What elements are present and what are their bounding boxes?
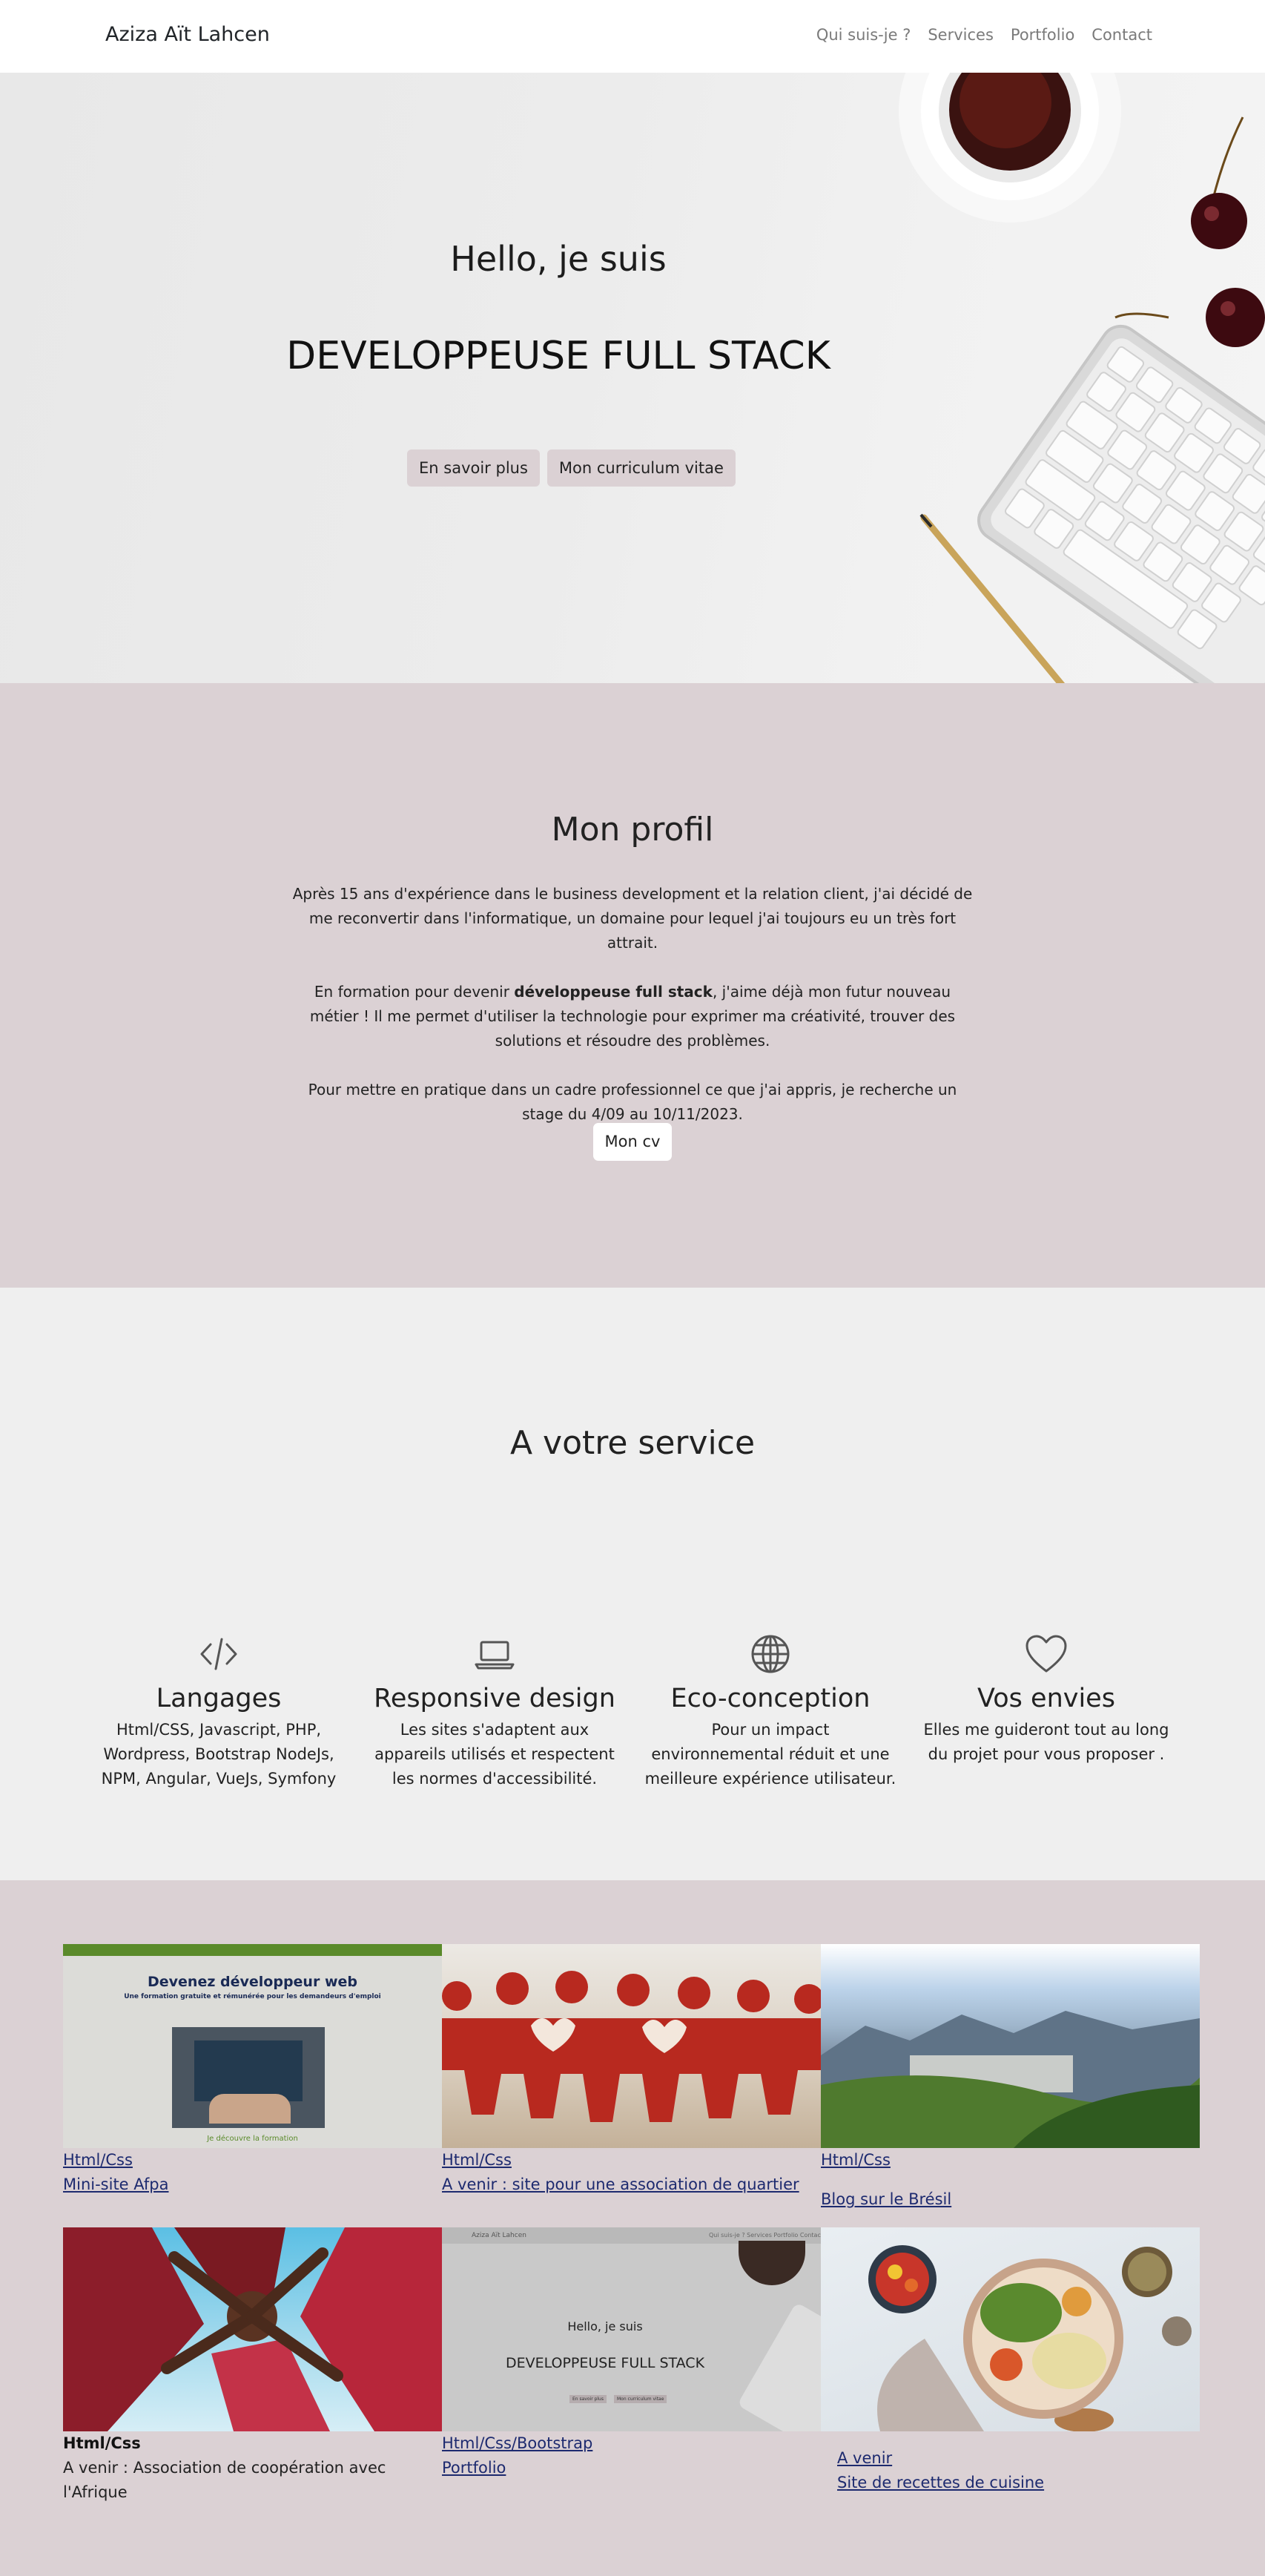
portfolio-card-association-quartier: Html/Css A venir : site pour une associa… xyxy=(442,1944,821,2197)
portfolio-tag[interactable]: Html/Css xyxy=(442,2148,821,2173)
brand-logo[interactable]: Aziza Aït Lahcen xyxy=(105,23,270,46)
portfolio-link-recettes[interactable]: Site de recettes de cuisine xyxy=(837,2471,1200,2495)
portfolio-thumbnail[interactable] xyxy=(63,2227,442,2431)
hero-section: Hello, je suis DEVELOPPEUSE FULL STACK E… xyxy=(0,73,1265,683)
service-eco-conception: Eco-conception Pour un impact environnem… xyxy=(644,1633,896,1791)
portfolio-thumbnail[interactable]: Devenez développeur web Une formation gr… xyxy=(63,1944,442,2148)
portfolio-card-afrique: Html/Css A venir : Association de coopér… xyxy=(63,2227,442,2505)
service-vos-envies: Vos envies Elles me guideront tout au lo… xyxy=(920,1633,1172,1767)
thumb-subtitle: DEVELOPPEUSE FULL STACK xyxy=(505,2355,705,2371)
service-title: Eco-conception xyxy=(670,1684,871,1713)
profil-text: Après 15 ans d'expérience dans le busine… xyxy=(288,882,977,1151)
hero-buttons: En savoir plus Mon curriculum vitae xyxy=(407,449,736,487)
portfolio-tag[interactable]: Html/Css xyxy=(821,2148,1200,2173)
services-section: A votre service Langages Html/CSS, Javas… xyxy=(0,1288,1265,1880)
profil-paragraph-1: Après 15 ans d'expérience dans le busine… xyxy=(292,885,973,952)
thumb-topbar xyxy=(63,1944,442,1956)
service-langages: Langages Html/CSS, Javascript, PHP, Word… xyxy=(93,1633,345,1791)
portfolio-section: Devenez développeur web Une formation gr… xyxy=(0,1880,1265,2576)
portfolio-tag: Html/Css xyxy=(63,2434,141,2452)
navbar: Aziza Aït Lahcen Qui suis-je ? Services … xyxy=(0,0,1265,73)
service-title: Responsive design xyxy=(374,1684,615,1713)
profil-p2-bold: développeuse full stack xyxy=(514,983,713,1001)
portfolio-thumbnail[interactable] xyxy=(821,1944,1200,2148)
portfolio-thumbnail[interactable]: Aziza Aït Lahcen Qui suis-je ? Services … xyxy=(442,2227,821,2431)
heart-icon xyxy=(1025,1635,1067,1673)
portfolio-thumbnail[interactable] xyxy=(821,2227,1200,2431)
nav-link-portfolio[interactable]: Portfolio xyxy=(1011,26,1074,44)
profil-title: Mon profil xyxy=(551,811,714,849)
portfolio-card-afpa: Devenez développeur web Une formation gr… xyxy=(63,1944,442,2197)
en-savoir-plus-button[interactable]: En savoir plus xyxy=(407,449,540,487)
portfolio-card-recettes: A venir Site de recettes de cuisine xyxy=(821,2227,1200,2495)
thumb-laptop-photo xyxy=(172,2027,325,2128)
nav-link-qui-suis-je[interactable]: Qui suis-je ? xyxy=(816,26,911,44)
portfolio-tag[interactable]: Html/Css/Bootstrap xyxy=(442,2431,821,2456)
profil-p2-start: En formation pour devenir xyxy=(314,983,515,1001)
thumb-brand: Aziza Aït Lahcen xyxy=(472,2232,526,2239)
service-title: Langages xyxy=(156,1684,282,1713)
curriculum-vitae-button[interactable]: Mon curriculum vitae xyxy=(546,449,736,487)
portfolio-link-blog-bresil[interactable]: Blog sur le Brésil xyxy=(821,2187,1200,2212)
thumb-button-2: Mon curriculum vitae xyxy=(614,2395,667,2403)
laptop-icon xyxy=(475,1641,515,1670)
thumb-button-1: En savoir plus xyxy=(569,2395,607,2403)
food-bowl-illustration xyxy=(868,2245,1192,2431)
thumb-nav: Qui suis-je ? Services Portfolio Contact xyxy=(709,2232,821,2239)
profil-paragraph-3: Pour mettre en pratique dans un cadre pr… xyxy=(308,1081,957,1123)
portfolio-link-association-quartier[interactable]: A venir : site pour une association de q… xyxy=(442,2173,821,2197)
service-title: Vos envies xyxy=(977,1684,1115,1713)
portfolio-link-mini-site-afpa[interactable]: Mini-site Afpa xyxy=(63,2173,442,2197)
thumb-coffee xyxy=(739,2241,805,2285)
service-text: Elles me guideront tout au long du proje… xyxy=(923,1721,1169,1763)
services-title: A votre service xyxy=(509,1424,756,1462)
service-text: Les sites s'adaptent aux appareils utili… xyxy=(374,1721,615,1788)
thumb-title: Devenez développeur web xyxy=(148,1974,357,1990)
thumb-title: Hello, je suis xyxy=(567,2319,643,2333)
hero-subtitle: DEVELOPPEUSE FULL STACK xyxy=(286,334,830,378)
portfolio-description-afrique: A venir : Association de coopération ave… xyxy=(63,2459,386,2501)
portfolio-tag[interactable]: Html/Css xyxy=(63,2148,442,2173)
portfolio-link-portfolio[interactable]: Portfolio xyxy=(442,2456,821,2480)
service-text: Pour un impact environnemental réduit et… xyxy=(644,1721,896,1788)
code-icon xyxy=(200,1638,237,1670)
nav-links: Qui suis-je ? Services Portfolio Contact xyxy=(816,26,1152,44)
portfolio-card-portfolio: Aziza Aït Lahcen Qui suis-je ? Services … xyxy=(442,2227,821,2480)
brazil-landscape-illustration xyxy=(821,2011,1200,2148)
mon-cv-button[interactable]: Mon cv xyxy=(593,1123,672,1161)
service-text: Html/CSS, Javascript, PHP, Wordpress, Bo… xyxy=(101,1721,337,1788)
thumb-cta: Je découvre la formation xyxy=(207,2135,298,2143)
profil-section: Mon profil Après 15 ans d'expérience dan… xyxy=(0,683,1265,1288)
hero-title: Hello, je suis xyxy=(450,239,667,279)
recettes-links: A venir Site de recettes de cuisine xyxy=(821,2446,1200,2495)
portfolio-link-a-venir[interactable]: A venir xyxy=(837,2446,1200,2471)
nav-link-services[interactable]: Services xyxy=(928,26,994,44)
nav-link-contact[interactable]: Contact xyxy=(1091,26,1152,44)
portfolio-thumbnail[interactable] xyxy=(442,1944,821,2148)
thumb-subtitle: Une formation gratuite et rémunérée pour… xyxy=(124,1993,381,2000)
portfolio-card-bresil: Html/Css Blog sur le Brésil xyxy=(821,1944,1200,2212)
service-responsive: Responsive design Les sites s'adaptent a… xyxy=(369,1633,621,1791)
globe-icon xyxy=(751,1635,790,1673)
profil-paragraph-2: En formation pour devenir développeuse f… xyxy=(288,980,977,1053)
hands-circle-illustration xyxy=(63,2227,442,2431)
paper-chain-illustration xyxy=(442,1971,821,2122)
